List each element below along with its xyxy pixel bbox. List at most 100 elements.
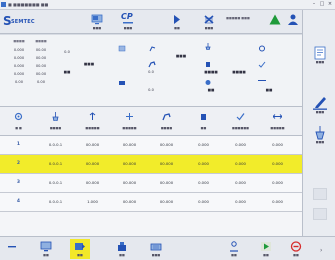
bottom-minus-button[interactable] <box>2 239 22 259</box>
value-cell[interactable]: 0.0 <box>56 49 78 55</box>
bottom-person-button[interactable]: ■■ <box>224 239 244 259</box>
value-cell[interactable]: ■■ <box>56 69 78 75</box>
robot-icon <box>118 242 126 251</box>
table-cell: 0.000 <box>198 142 209 147</box>
table-cell: 00.000 <box>85 142 100 147</box>
value-cell[interactable]: 00.00 <box>30 63 52 69</box>
program-icon <box>75 243 85 250</box>
bottom-monitor-button[interactable]: ■■ <box>36 239 56 259</box>
value-cell[interactable]: 0.000 <box>8 55 30 61</box>
status-text: ■■■■■ ■■■ <box>226 16 250 20</box>
value-cell[interactable]: ■■■ <box>78 61 100 67</box>
col-header-index[interactable]: ■ ■ <box>0 109 37 135</box>
toolbar-label: ■■■ <box>92 26 102 30</box>
col-header-label: ■■■■ <box>49 126 62 130</box>
window-title: ■ ■■■■■■■ ■■ <box>8 2 49 7</box>
value-cell[interactable]: 0.0 <box>140 69 162 75</box>
bottom-label: ■■ <box>119 253 125 257</box>
table-cell: 00.000 <box>122 199 137 204</box>
edit-pen-icon <box>313 97 327 110</box>
chevron-right-icon[interactable]: › <box>320 247 322 254</box>
col-header-axis5[interactable]: ■■■■■ <box>259 109 296 135</box>
play-icon <box>261 242 271 251</box>
value-cell[interactable]: 00.00 <box>30 55 52 61</box>
rightbar-disabled-button[interactable] <box>313 208 327 220</box>
toolbar-delete-button[interactable]: ■■■ <box>198 13 220 31</box>
check-icon <box>236 113 245 121</box>
toolbar-user-button[interactable] <box>282 13 304 31</box>
rightbar-label: ■■■ <box>315 110 325 114</box>
value-cell[interactable]: 0.000 <box>8 71 30 77</box>
motor-icon <box>119 81 125 85</box>
minimize-button[interactable]: – <box>310 1 318 8</box>
axis-icon <box>118 45 126 52</box>
col-header-axis4[interactable]: ■■■■■■ <box>222 109 259 135</box>
close-button[interactable]: × <box>326 1 334 8</box>
table-row[interactable]: 4 0.0.0.1 1.000 00.000 00.000 0.000 0.00… <box>0 193 302 212</box>
bottom-keyboard-button[interactable]: ■■■ <box>146 239 166 259</box>
col-header-label: ■■■■■ <box>122 126 137 130</box>
rightbar-edit-button[interactable]: ■■■ <box>310 96 330 116</box>
maximize-button[interactable]: □ <box>318 1 326 8</box>
col-header-label: ■■ <box>200 126 207 130</box>
toolbar-display-button[interactable]: ■■■ <box>86 13 108 31</box>
up-arrow-icon <box>89 112 96 120</box>
bottom-stop-button[interactable]: ■■ <box>286 239 306 259</box>
bottom-robot-button[interactable]: ■■ <box>112 239 132 259</box>
table-row[interactable]: 3 0.0.0.1 00.000 00.000 00.000 0.000 0.0… <box>0 174 302 193</box>
bottom-label: ■■ <box>77 253 83 257</box>
col-header-mode[interactable]: ■■■■ <box>37 109 74 135</box>
value-cell[interactable]: ■■ <box>200 87 222 93</box>
table-cell: 1.000 <box>87 199 98 204</box>
col-header-axis1[interactable]: ■■■■■ <box>111 109 148 135</box>
toolbar-next-button[interactable]: ■■ <box>166 13 188 31</box>
double-arrow-icon <box>273 114 282 119</box>
value-cell[interactable]: ■■ <box>258 87 280 93</box>
slider-icon <box>258 80 266 81</box>
col-header-axis3[interactable]: ■■ <box>185 109 222 135</box>
target-icon <box>205 80 211 85</box>
right-sidebar: ■■■ ■■■ ■■■ <box>302 10 335 236</box>
toolbar-cp-button[interactable]: CP ■■■ <box>117 12 139 31</box>
panel-header: ■■■■ <box>35 39 47 43</box>
col-header-axis2[interactable]: ■■■■ <box>148 109 185 135</box>
value-cell[interactable]: 0.00 <box>30 79 52 85</box>
bottom-play-button[interactable]: ■■ <box>256 239 276 259</box>
table-cell: 0.0.0.1 <box>48 180 63 185</box>
table-cell: 00.000 <box>159 199 174 204</box>
value-cell[interactable]: 0.000 <box>8 63 30 69</box>
display-icon <box>91 14 103 25</box>
table-cell: 00.000 <box>159 142 174 147</box>
value-cell[interactable]: 00.00 <box>30 71 52 77</box>
col-header-label: ■■■■■ <box>270 126 285 130</box>
col-header-label: ■■■■ <box>160 126 173 130</box>
table-row-selected[interactable]: 2 0.0.0.1 00.000 00.000 00.000 0.000 0.0… <box>0 155 302 174</box>
col-header-speed[interactable]: ■■■■■ <box>74 109 111 135</box>
col-header-label: ■■■■■■ <box>231 126 249 130</box>
table-cell: 0.0.0.1 <box>48 199 63 204</box>
rightbar-disabled-button[interactable] <box>313 188 327 200</box>
table-cell: 0.000 <box>198 161 209 166</box>
table-cell: 0.000 <box>272 180 283 185</box>
rightbar-tool-button[interactable]: ■■■ <box>310 126 330 146</box>
table-row[interactable]: 1 0.0.0.1 00.000 00.000 00.000 0.000 0.0… <box>0 136 302 155</box>
toolbar-label: ■■■ <box>123 26 133 30</box>
table-cell: 00.000 <box>122 180 137 185</box>
row-index: 3 <box>16 180 21 185</box>
value-cell[interactable]: 0.0 <box>140 87 162 93</box>
person-icon <box>230 241 238 252</box>
value-cell[interactable]: ■■■ <box>170 53 192 59</box>
value-cell[interactable]: 00.00 <box>30 47 52 53</box>
value-cell[interactable]: ■■■■ <box>200 69 222 75</box>
value-cell[interactable]: 0.00 <box>8 79 30 85</box>
table-cell: 0.000 <box>235 180 246 185</box>
table-cell: 0.000 <box>272 199 283 204</box>
main-toolbar: S SEMTEC ■■■ CP ■■■ ■■ ■■■ ■■■■■ ■■■ <box>0 10 302 34</box>
rightbar-document-button[interactable]: ■■■ <box>310 46 330 66</box>
bottom-program-button[interactable]: ■■ <box>70 239 90 259</box>
value-cell[interactable]: ■■■■ <box>228 69 250 75</box>
value-cell[interactable]: 0.000 <box>8 47 30 53</box>
tool-icon <box>315 126 325 140</box>
table-cell: 0.0.0.1 <box>48 161 63 166</box>
cp-glyph: CP <box>121 12 133 21</box>
